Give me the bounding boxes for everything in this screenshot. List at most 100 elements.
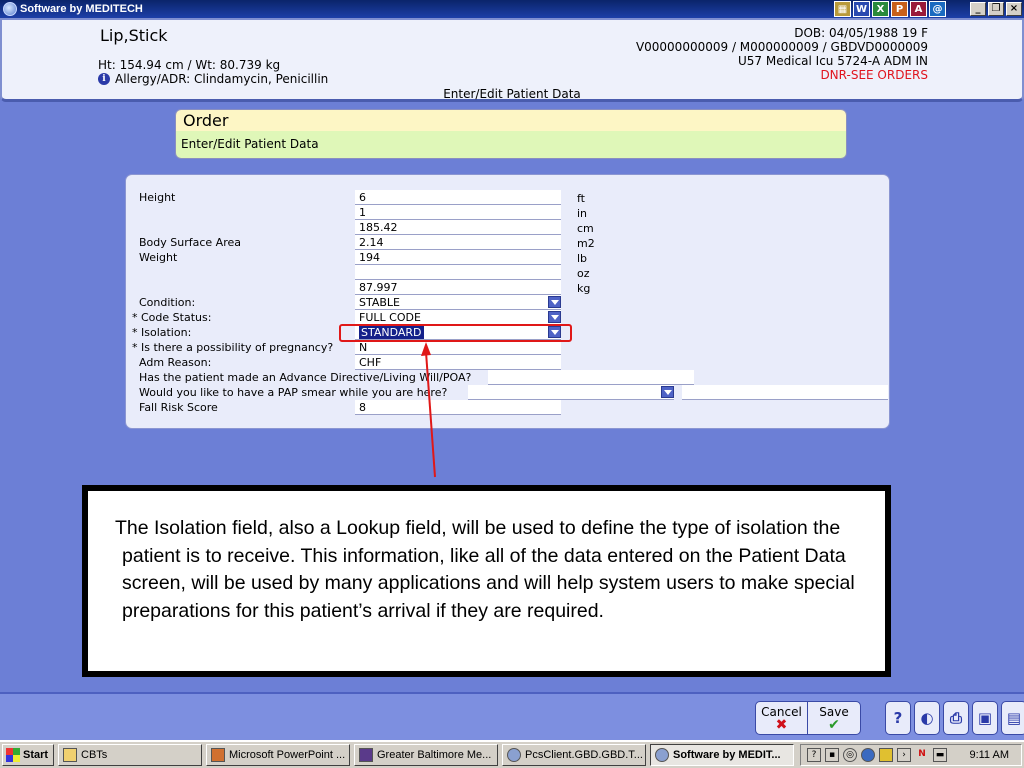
taskbar-item-cbts[interactable]: CBTs: [58, 744, 202, 766]
meditech-icon: [507, 748, 521, 762]
powerpoint-icon[interactable]: P: [891, 1, 908, 17]
isolation-label: * Isolation:: [132, 326, 192, 339]
pap-select[interactable]: [468, 385, 674, 400]
help-tray-icon[interactable]: ?: [807, 748, 821, 762]
callout-text: The Isolation field, also a Lookup field…: [86, 489, 887, 673]
close-icon[interactable]: ×: [1006, 2, 1022, 16]
bsa-label: Body Surface Area: [139, 236, 241, 249]
form-row-weight-oz: oz: [126, 265, 891, 280]
screen-title: Enter/Edit Patient Data: [443, 87, 581, 101]
lock-icon[interactable]: ▣: [972, 701, 998, 735]
window-title: Software by MEDITECH: [20, 3, 143, 15]
allergy-text: Allergy/ADR: Clindamycin, Penicillin: [115, 72, 329, 86]
height-in-field[interactable]: 1: [355, 205, 561, 220]
taskbar-item-pcsclient[interactable]: PcsClient.GBD.GBD.T...: [502, 744, 646, 766]
dropdown-arrow-icon[interactable]: [548, 296, 561, 308]
patient-header: Lip,Stick Ht: 154.94 cm / Wt: 80.739 kg …: [0, 18, 1024, 102]
unit-cm: cm: [577, 222, 594, 235]
bsa-field[interactable]: 2.14: [355, 235, 561, 250]
form-row-directive: Has the patient made an Advance Directiv…: [126, 370, 891, 385]
code-status-value: FULL CODE: [359, 311, 421, 324]
help-icon[interactable]: ?: [885, 701, 911, 735]
app-icon: [359, 748, 373, 762]
condition-label: Condition:: [139, 296, 196, 309]
n-tray-icon[interactable]: N: [915, 748, 929, 762]
weight-oz-field[interactable]: [355, 265, 561, 280]
footer-icon-buttons: ? ◐ ⎙ ▣ ▤: [885, 701, 1024, 735]
directive-field[interactable]: [488, 370, 694, 385]
patient-name: Lip,Stick: [100, 26, 168, 45]
condition-select[interactable]: STABLE: [355, 295, 561, 310]
powerpoint-icon: [211, 748, 225, 762]
patient-details: DOB: 04/05/1988 19 F V00000000009 / M000…: [636, 26, 928, 82]
display-tray-icon[interactable]: ▬: [933, 748, 947, 762]
start-button[interactable]: Start: [2, 744, 54, 766]
fall-risk-label: Fall Risk Score: [139, 401, 218, 414]
patient-dob: DOB: 04/05/1988 19 F: [794, 26, 928, 40]
form-row-height-cm: 185.42 cm: [126, 220, 891, 235]
task-label: PcsClient.GBD.GBD.T...: [525, 749, 643, 761]
dropdown-arrow-icon[interactable]: [548, 311, 561, 323]
form-row-condition: Condition: STABLE: [126, 295, 891, 310]
patient-height-weight: Ht: 154.94 cm / Wt: 80.739 kg: [98, 58, 281, 72]
patient-allergy[interactable]: i Allergy/ADR: Clindamycin, Penicillin: [98, 72, 328, 86]
form-row-pregnancy: * Is there a possibility of pregnancy? N: [126, 340, 891, 355]
height-ft-field[interactable]: 6: [355, 190, 561, 205]
dropdown-arrow-icon[interactable]: [661, 386, 674, 398]
lookup-icon[interactable]: ◐: [914, 701, 940, 735]
minimize-icon[interactable]: _: [970, 2, 986, 16]
code-status-select[interactable]: FULL CODE: [355, 310, 561, 325]
window-controls: _ ❐ ×: [970, 2, 1022, 16]
adm-reason-label: Adm Reason:: [139, 356, 212, 369]
word-icon[interactable]: W: [853, 1, 870, 17]
weight-lb-field[interactable]: 194: [355, 250, 561, 265]
taskbar-item-powerpoint[interactable]: Microsoft PowerPoint ...: [206, 744, 350, 766]
network-icon[interactable]: ▪: [825, 748, 839, 762]
security-icon[interactable]: [879, 748, 893, 762]
order-subtitle: Enter/Edit Patient Data: [176, 131, 846, 158]
start-label: Start: [23, 749, 49, 761]
form-row-code-status: * Code Status: FULL CODE: [126, 310, 891, 325]
unit-lb: lb: [577, 252, 588, 265]
cancel-button[interactable]: Cancel ✖: [756, 702, 808, 734]
patient-data-form: Height 6 ft 1 in 185.42 cm Body Surface …: [125, 174, 890, 429]
isolation-highlight-box: [339, 324, 572, 342]
save-check-icon: ✔: [828, 717, 840, 733]
arrow-tray-icon[interactable]: ›: [897, 748, 911, 762]
pregnancy-field[interactable]: N: [355, 340, 561, 355]
access-icon[interactable]: A: [910, 1, 927, 17]
sound-icon[interactable]: ◎: [843, 748, 857, 762]
form-row-height-in: 1 in: [126, 205, 891, 220]
keyboard-icon[interactable]: ▤: [1001, 701, 1024, 735]
info-icon[interactable]: i: [98, 73, 110, 85]
directive-label: Has the patient made an Advance Directiv…: [139, 371, 472, 384]
patient-ids: V00000000009 / M000000009 / GBDVD0000009: [635, 40, 928, 54]
office-shortcut-icon[interactable]: ▦: [834, 1, 851, 17]
form-row-height-ft: Height 6 ft: [126, 190, 891, 205]
pap-extra-field[interactable]: [682, 385, 888, 400]
dnr-alert[interactable]: DNR-SEE ORDERS: [636, 68, 928, 82]
weight-kg-field[interactable]: 87.997: [355, 280, 561, 295]
fall-risk-field[interactable]: 8: [355, 400, 561, 415]
height-cm-field[interactable]: 185.42: [355, 220, 561, 235]
task-label: Software by MEDIT...: [673, 749, 781, 761]
adm-reason-field[interactable]: CHF: [355, 355, 561, 370]
print-icon[interactable]: ⎙: [943, 701, 969, 735]
antivirus-icon[interactable]: [861, 748, 875, 762]
meditech-icon: [655, 748, 669, 762]
form-row-weight-lb: Weight 194 lb: [126, 250, 891, 265]
action-button-group: Cancel ✖ Save ✔: [755, 701, 861, 735]
taskbar-item-greater-baltimore[interactable]: Greater Baltimore Me...: [354, 744, 498, 766]
excel-icon[interactable]: X: [872, 1, 889, 17]
condition-value: STABLE: [359, 296, 400, 309]
restore-icon[interactable]: ❐: [988, 2, 1004, 16]
windows-logo-icon: [6, 748, 20, 762]
action-footer: Cancel ✖ Save ✔ ? ◐ ⎙ ▣ ▤: [0, 692, 1024, 740]
save-button[interactable]: Save ✔: [808, 702, 860, 734]
taskbar-item-meditech[interactable]: Software by MEDIT...: [650, 744, 794, 766]
window-title-bar[interactable]: Software by MEDITECH ▦ W X P A @ _ ❐ ×: [0, 0, 1024, 18]
outlook-icon[interactable]: @: [929, 1, 946, 17]
unit-kg: kg: [577, 282, 591, 295]
unit-ft: ft: [577, 192, 585, 205]
task-label: Microsoft PowerPoint ...: [229, 749, 346, 761]
